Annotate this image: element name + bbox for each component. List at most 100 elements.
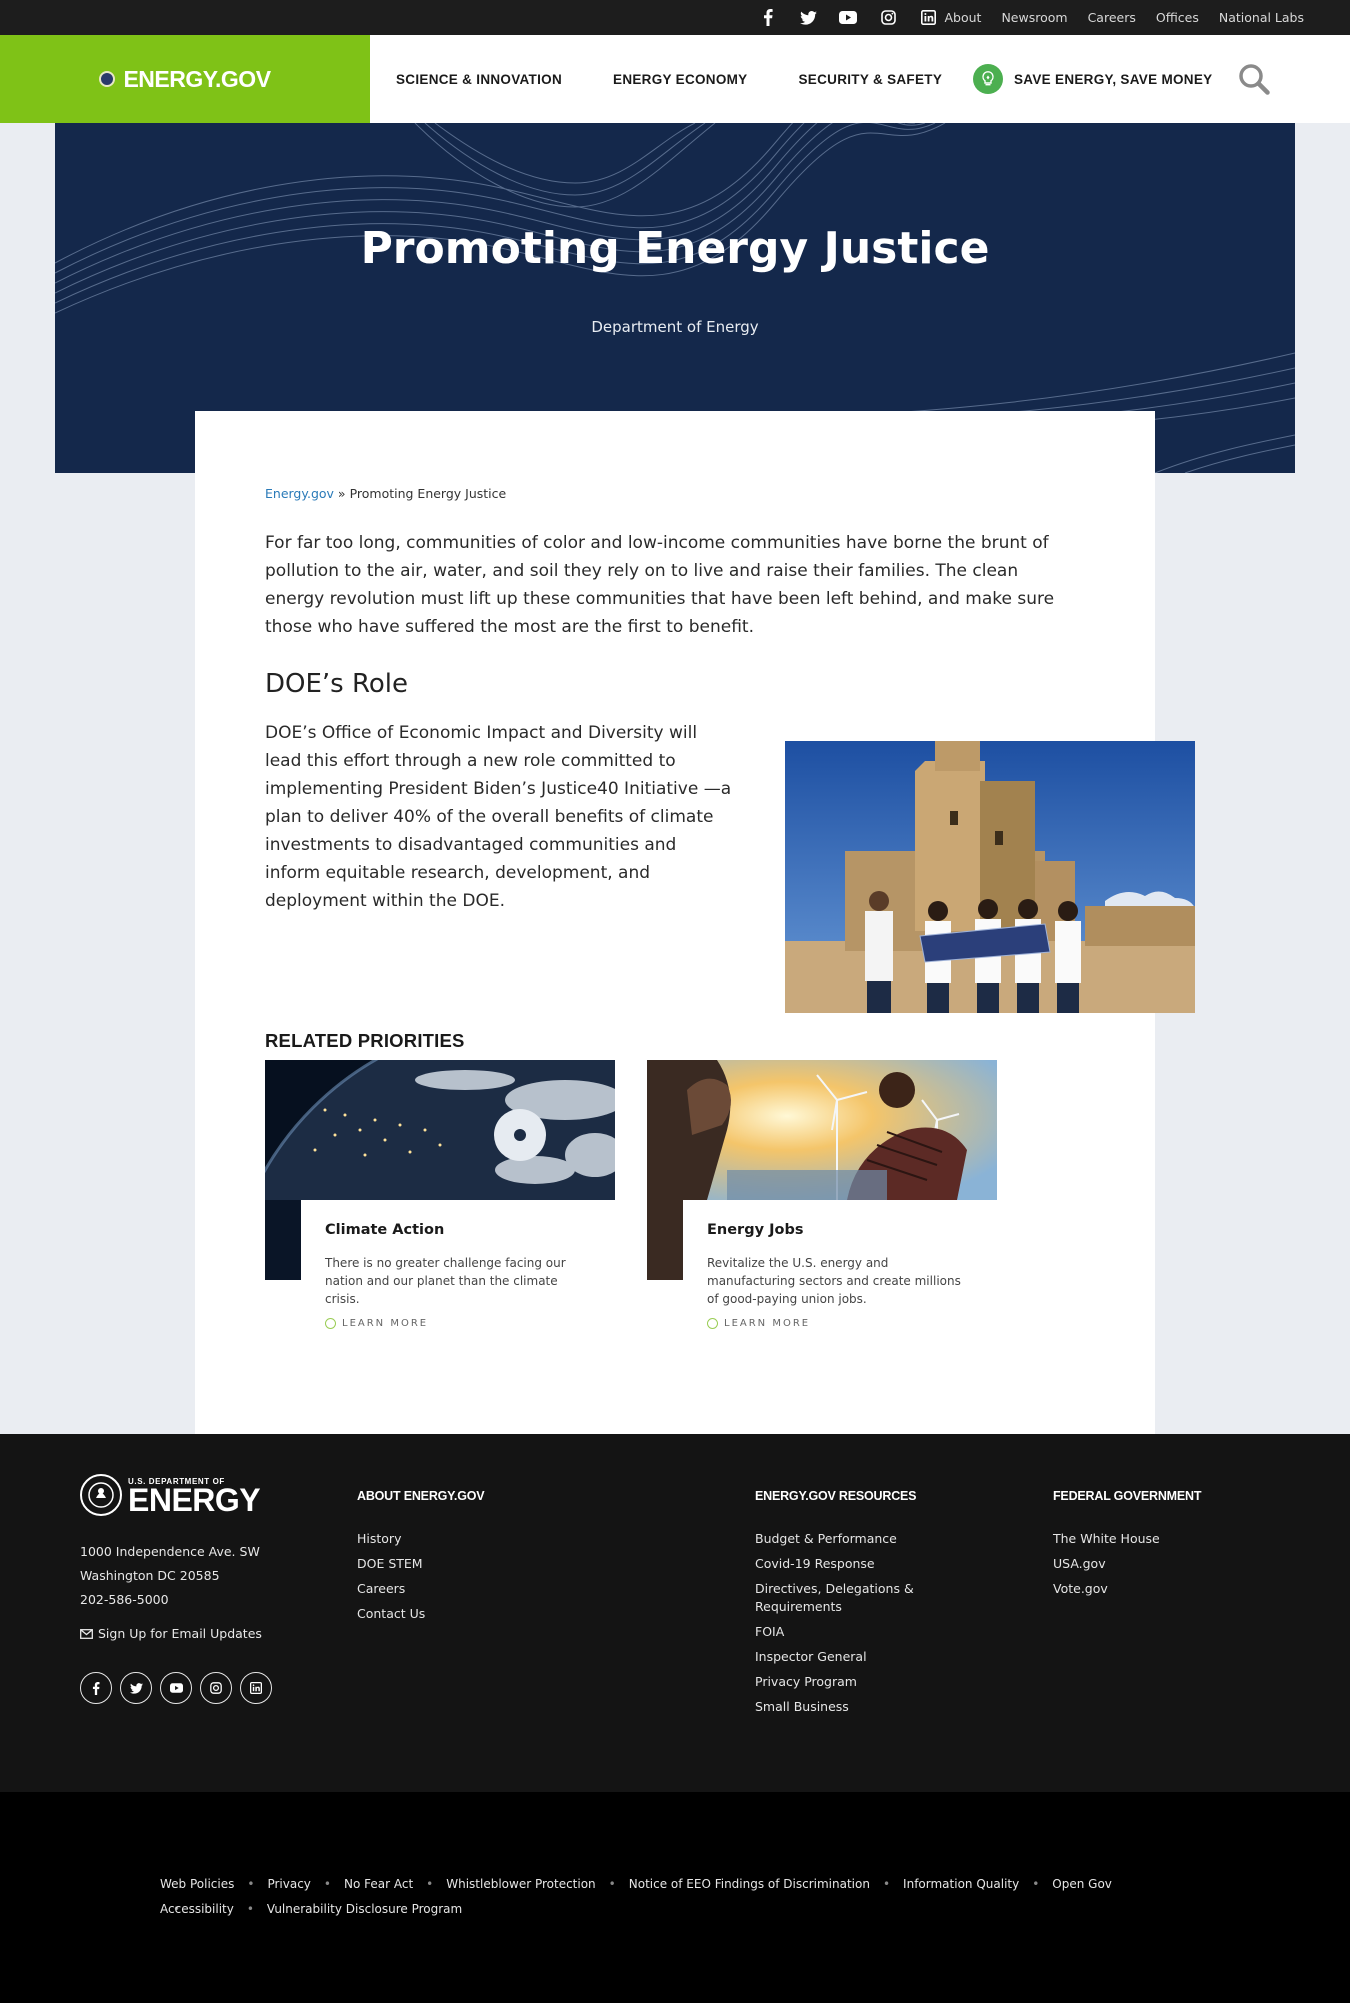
footer-logo[interactable]: U.S. DEPARTMENT OF ENERGY xyxy=(80,1474,261,1518)
search-button[interactable] xyxy=(1236,61,1272,97)
footer-link-inspector-general[interactable]: Inspector General xyxy=(755,1648,955,1666)
main-content: Energy.gov » Promoting Energy Justice Fo… xyxy=(195,411,1195,1434)
learn-more-link[interactable]: LEARN MORE xyxy=(707,1318,973,1329)
utility-link-offices[interactable]: Offices xyxy=(1156,10,1199,25)
footer-column-about: ABOUT ENERGY.GOV History DOE STEM Career… xyxy=(357,1489,485,1630)
footer-address: 1000 Independence Ave. SW Washington DC … xyxy=(80,1540,260,1612)
footer-link-foia[interactable]: FOIA xyxy=(755,1623,955,1641)
instagram-icon[interactable] xyxy=(868,10,908,25)
nav-security-safety[interactable]: SECURITY & SAFETY xyxy=(799,72,943,87)
site-logo[interactable]: ENERGY.GOV xyxy=(0,35,370,123)
doe-seal-icon xyxy=(99,71,116,87)
legal-link-whistleblower[interactable]: Whistleblower Protection xyxy=(446,1872,595,1897)
youtube-icon[interactable] xyxy=(160,1672,192,1704)
utility-link-careers[interactable]: Careers xyxy=(1088,10,1136,25)
priority-description: Revitalize the U.S. energy and manufactu… xyxy=(707,1256,961,1306)
utility-social-links xyxy=(748,0,948,35)
utility-bar: About Newsroom Careers Offices National … xyxy=(0,0,1350,35)
priority-card-body: Climate Action There is no greater chall… xyxy=(301,1200,615,1350)
address-phone: 202-586-5000 xyxy=(80,1592,169,1607)
instagram-icon[interactable] xyxy=(200,1672,232,1704)
breadcrumb-separator: » xyxy=(337,486,346,501)
footer-link-careers[interactable]: Careers xyxy=(357,1580,484,1598)
separator-dot: • xyxy=(882,1877,891,1891)
footer-logo-text: U.S. DEPARTMENT OF ENERGY xyxy=(128,1477,261,1518)
wind-turbines-image xyxy=(647,1060,997,1200)
footer-column-heading: ENERGY.GOV RESOURCES xyxy=(755,1489,917,1503)
card-image-overhang xyxy=(647,1200,683,1280)
footer-column-heading: ABOUT ENERGY.GOV xyxy=(357,1489,485,1503)
footer-link-history[interactable]: History xyxy=(357,1530,484,1548)
youtube-icon[interactable] xyxy=(828,11,868,24)
role-paragraph: DOE’s Office of Economic Impact and Dive… xyxy=(265,723,732,911)
doe-seal-icon xyxy=(80,1474,122,1516)
breadcrumb-home[interactable]: Energy.gov xyxy=(265,486,334,501)
earth-hurricane-image xyxy=(265,1060,615,1200)
email-signup-link[interactable]: Sign Up for Email Updates xyxy=(80,1626,262,1641)
save-energy-link[interactable]: SAVE ENERGY, SAVE MONEY xyxy=(973,64,1212,94)
learn-more-label: LEARN MORE xyxy=(724,1318,811,1329)
envelope-icon xyxy=(80,1628,93,1639)
footer-link-vote-gov[interactable]: Vote.gov xyxy=(1053,1580,1201,1598)
footer-column-heading: FEDERAL GOVERNMENT xyxy=(1053,1489,1202,1503)
footer-logo-big: ENERGY xyxy=(128,1481,261,1518)
facebook-icon[interactable] xyxy=(748,9,788,26)
lightbulb-icon xyxy=(973,64,1003,94)
utility-link-about[interactable]: About xyxy=(944,10,981,25)
nav-science-innovation[interactable]: SCIENCE & INNOVATION xyxy=(396,72,562,87)
legal-link-vulnerability-disclosure[interactable]: Vulnerability Disclosure Program xyxy=(267,1897,462,1922)
pueblo-photo xyxy=(785,741,1195,1013)
footer-link-doe-stem[interactable]: DOE STEM xyxy=(357,1555,484,1573)
circle-icon xyxy=(707,1318,718,1329)
address-street: 1000 Independence Ave. SW xyxy=(80,1544,260,1559)
page-title: Promoting Energy Justice xyxy=(360,223,990,274)
main-nav: SCIENCE & INNOVATION ENERGY ECONOMY SECU… xyxy=(396,35,993,123)
priority-card-body: Energy Jobs Revitalize the U.S. energy a… xyxy=(683,1200,997,1350)
priority-title[interactable]: Energy Jobs xyxy=(707,1222,973,1238)
separator-dot: • xyxy=(608,1877,616,1891)
footer-link-contact-us[interactable]: Contact Us xyxy=(357,1605,484,1623)
utility-link-newsroom[interactable]: Newsroom xyxy=(1001,10,1067,25)
logo-text: ENERGY.GOV xyxy=(123,65,271,92)
nav-energy-economy[interactable]: ENERGY ECONOMY xyxy=(613,72,747,87)
footer-link-directives[interactable]: Directives, Delegations & Requirements xyxy=(755,1580,955,1616)
legal-link-no-fear-act[interactable]: No Fear Act xyxy=(344,1872,413,1897)
priority-title[interactable]: Climate Action xyxy=(325,1222,591,1238)
save-energy-label: SAVE ENERGY, SAVE MONEY xyxy=(1014,71,1213,87)
legal-link-web-policies[interactable]: Web Policies xyxy=(160,1872,234,1897)
breadcrumb-current: Promoting Energy Justice xyxy=(349,486,507,501)
footer-link-covid[interactable]: Covid-19 Response xyxy=(755,1555,955,1573)
legal-link-information-quality[interactable]: Information Quality xyxy=(903,1872,1019,1897)
intro-paragraph: For far too long, communities of color a… xyxy=(265,533,1055,637)
utility-link-national-labs[interactable]: National Labs xyxy=(1219,10,1304,25)
twitter-icon[interactable] xyxy=(788,10,828,25)
email-signup-label: Sign Up for Email Updates xyxy=(98,1626,262,1641)
legal-bar: Web Policies • Privacy • No Fear Act • Whis… xyxy=(0,1792,1350,2003)
circle-icon xyxy=(325,1318,336,1329)
footer-link-usa-gov[interactable]: USA.gov xyxy=(1053,1555,1201,1573)
footer-link-white-house[interactable]: The White House xyxy=(1053,1530,1201,1548)
priority-description: There is no greater challenge facing our… xyxy=(325,1256,566,1306)
separator-dot: • xyxy=(426,1877,434,1891)
separator-dot: • xyxy=(323,1877,331,1891)
legal-link-eeo-findings[interactable]: Notice of EEO Findings of Discrimination xyxy=(629,1872,870,1897)
footer-link-budget[interactable]: Budget & Performance xyxy=(755,1530,955,1548)
legal-link-accessibility[interactable]: Accessibility xyxy=(160,1897,234,1922)
facebook-icon[interactable] xyxy=(80,1672,112,1704)
footer-link-small-business[interactable]: Small Business xyxy=(755,1698,955,1716)
site-header: ENERGY.GOV SCIENCE & INNOVATION ENERGY E… xyxy=(0,35,1350,123)
legal-link-privacy[interactable]: Privacy xyxy=(267,1872,310,1897)
twitter-icon[interactable] xyxy=(120,1672,152,1704)
learn-more-label: LEARN MORE xyxy=(342,1318,429,1329)
card-image-overhang xyxy=(265,1200,301,1280)
separator-dot: • xyxy=(246,1902,254,1916)
utility-links: About Newsroom Careers Offices National … xyxy=(924,0,1304,35)
legal-links-row-2: Accessibility • Vulnerability Disclosure … xyxy=(160,1897,1120,1922)
related-priorities-heading: RELATED PRIORITIES xyxy=(265,1030,465,1051)
legal-link-open-gov[interactable]: Open Gov xyxy=(1052,1872,1112,1897)
footer-column-federal: FEDERAL GOVERNMENT The White House USA.g… xyxy=(1053,1489,1201,1605)
breadcrumb: Energy.gov » Promoting Energy Justice xyxy=(265,486,506,501)
linkedin-icon[interactable] xyxy=(240,1672,272,1704)
learn-more-link[interactable]: LEARN MORE xyxy=(325,1318,591,1329)
footer-link-privacy-program[interactable]: Privacy Program xyxy=(755,1673,955,1691)
